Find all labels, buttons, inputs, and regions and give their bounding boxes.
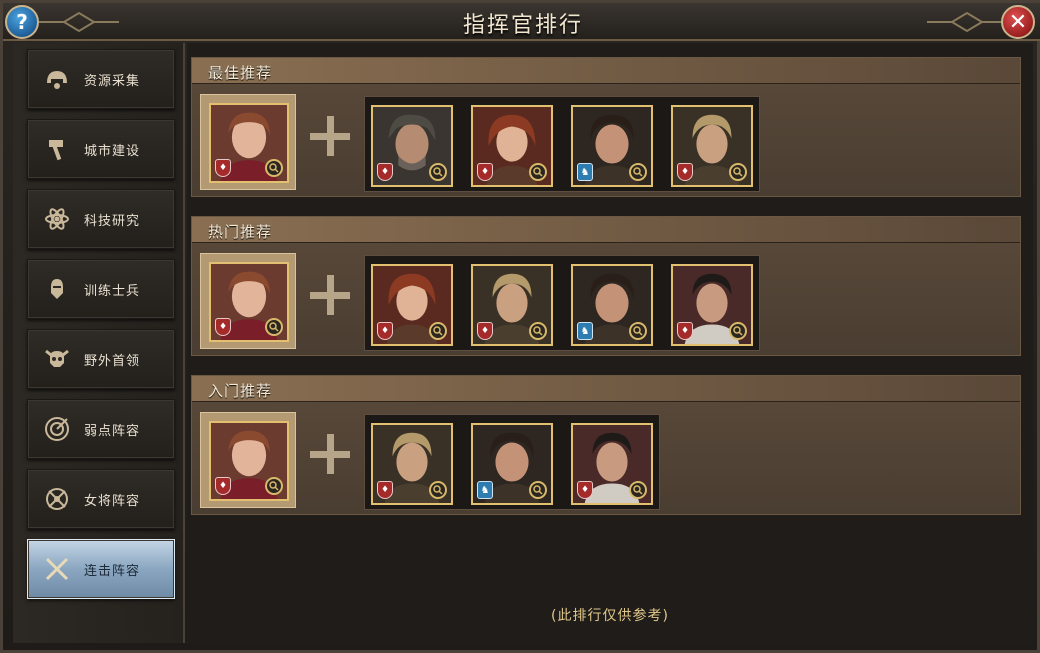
magnifier-icon[interactable] [265,477,283,495]
commander-portrait[interactable]: ♦ [371,105,453,187]
sidebar-item-weakness-lineup[interactable]: 弱点阵容 [27,399,175,459]
magnifier-icon[interactable] [529,163,547,181]
team-lineup: ♦ ♦ ♞ ♦ [364,255,760,351]
commander-portrait[interactable]: ♦ [209,262,289,342]
sidebar-item-city-building[interactable]: 城市建设 [27,119,175,179]
shield-badge-icon: ♦ [215,477,231,495]
commander-portrait[interactable]: ♦ [671,264,753,346]
magnifier-icon[interactable] [265,159,283,177]
skull-icon [42,344,72,374]
sidebar-item-field-boss[interactable]: 野外首领 [27,329,175,389]
section-popular-recommendation: 热门推荐 ♦ ♦ ♦ ♞ ♦ [191,216,1021,356]
atom-icon [42,204,72,234]
shield-badge-icon: ♦ [677,163,693,181]
magnifier-icon[interactable] [429,163,447,181]
hammer-icon [42,134,72,164]
swords-icon [42,554,72,584]
commander-portrait[interactable]: ♞ [571,264,653,346]
recommendation-panel: 最佳推荐 ♦ ♦ ♦ ♞ ♦ 热门推荐 ♦ ♦ ♦ ♞ ♦ 入门推荐 ♦ ♦ ♞… [187,43,1033,643]
sidebar-item-combo-lineup[interactable]: 连击阵容 [27,539,175,599]
section-header: 最佳推荐 [192,58,1020,84]
magnifier-icon[interactable] [429,481,447,499]
ornament-right-icon [927,11,1007,33]
magnifier-icon[interactable] [429,322,447,340]
plus-icon [310,275,350,315]
title-bar: 指挥官排行 [3,3,1040,41]
sidebar-item-label: 弱点阵容 [84,423,141,439]
commander-portrait[interactable]: ♞ [571,105,653,187]
emblem-icon [42,484,72,514]
sidebar-item-label: 女将阵容 [84,493,141,509]
commander-portrait[interactable]: ♦ [209,421,289,501]
shield-badge-icon: ♦ [477,163,493,181]
team-lineup: ♦ ♦ ♞ ♦ [364,96,760,192]
commander-portrait[interactable]: ♦ [671,105,753,187]
team-lineup: ♦ ♞ ♦ [364,414,660,510]
magnifier-icon[interactable] [729,322,747,340]
category-sidebar: 资源采集 城市建设 科技研究 训练士兵 野外首领 弱点阵容 女将阵容 连击阵容 [13,43,185,643]
commander-portrait[interactable]: ♦ [371,264,453,346]
shield-badge-icon: ♦ [215,159,231,177]
leaderboard-window: 指挥官排行 ? ✕ 资源采集 城市建设 科技研究 训练士兵 野外首领 弱点阵容 … [0,0,1040,653]
plus-icon [310,116,350,156]
horse-badge-icon: ♞ [477,481,493,499]
section-title: 最佳推荐 [208,64,273,82]
close-button[interactable]: ✕ [1001,5,1035,39]
magnifier-icon[interactable] [629,322,647,340]
target-icon [42,414,72,444]
horse-badge-icon: ♞ [577,322,593,340]
magnifier-icon[interactable] [529,481,547,499]
main-commander-card[interactable]: ♦ [200,412,296,508]
section-beginner-recommendation: 入门推荐 ♦ ♦ ♞ ♦ [191,375,1021,515]
sidebar-item-tech-research[interactable]: 科技研究 [27,189,175,249]
sidebar-item-label: 训练士兵 [84,283,141,299]
shield-badge-icon: ♦ [377,163,393,181]
sidebar-item-label: 科技研究 [84,213,141,229]
sidebar-item-label: 资源采集 [84,73,141,89]
magnifier-icon[interactable] [629,481,647,499]
section-best-recommendation: 最佳推荐 ♦ ♦ ♦ ♞ ♦ [191,57,1021,197]
helmet-icon [42,64,72,94]
shield-badge-icon: ♦ [577,481,593,499]
shield-badge-icon: ♦ [377,322,393,340]
shield-badge-icon: ♦ [215,318,231,336]
commander-portrait[interactable]: ♦ [571,423,653,505]
plus-icon [310,434,350,474]
section-title: 入门推荐 [208,382,273,400]
horse-badge-icon: ♞ [577,163,593,181]
commander-portrait[interactable]: ♦ [471,264,553,346]
magnifier-icon[interactable] [265,318,283,336]
section-header: 热门推荐 [192,217,1020,243]
magnifier-icon[interactable] [629,163,647,181]
main-commander-card[interactable]: ♦ [200,253,296,349]
sidebar-item-label: 野外首领 [84,353,141,369]
help-button[interactable]: ? [5,5,39,39]
commander-portrait[interactable]: ♦ [371,423,453,505]
section-header: 入门推荐 [192,376,1020,402]
main-commander-card[interactable]: ♦ [200,94,296,190]
soldier-icon [42,274,72,304]
sidebar-item-female-lineup[interactable]: 女将阵容 [27,469,175,529]
section-title: 热门推荐 [208,223,273,241]
sidebar-item-label: 连击阵容 [84,563,141,579]
commander-portrait[interactable]: ♦ [209,103,289,183]
sidebar-item-train-soldiers[interactable]: 训练士兵 [27,259,175,319]
shield-badge-icon: ♦ [677,322,693,340]
commander-portrait[interactable]: ♦ [471,105,553,187]
magnifier-icon[interactable] [529,322,547,340]
sidebar-item-label: 城市建设 [84,143,141,159]
shield-badge-icon: ♦ [477,322,493,340]
page-title: 指挥官排行 [462,13,583,38]
shield-badge-icon: ♦ [377,481,393,499]
commander-portrait[interactable]: ♞ [471,423,553,505]
sidebar-item-resource-gathering[interactable]: 资源采集 [27,49,175,109]
disclaimer-note: (此排行仅供参考) [551,608,669,624]
magnifier-icon[interactable] [729,163,747,181]
